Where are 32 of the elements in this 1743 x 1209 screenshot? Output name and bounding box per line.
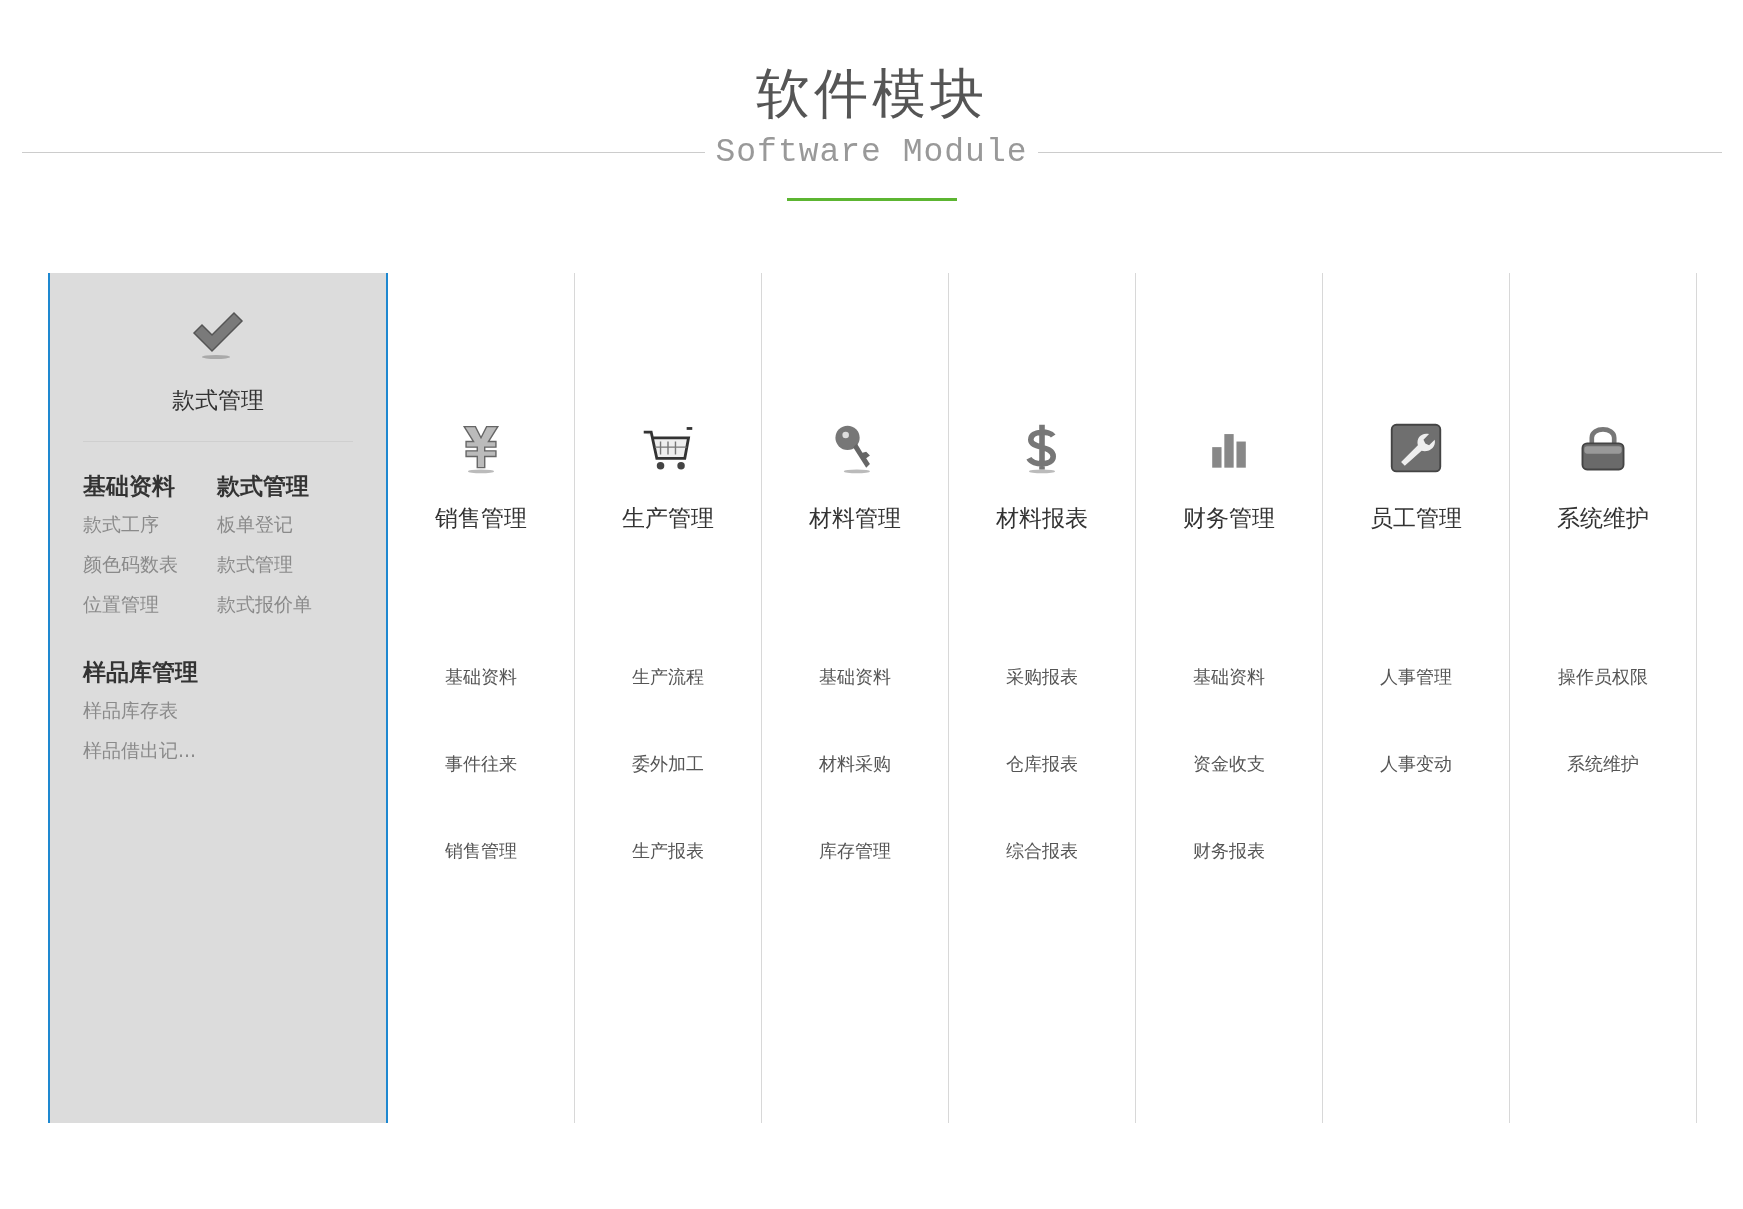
module-link[interactable]: 仓库报表 <box>1006 750 1078 777</box>
module-link[interactable]: 基础资料 <box>1193 663 1265 690</box>
module-link[interactable]: 人事变动 <box>1380 750 1452 777</box>
group-heading: 样品库管理 <box>83 658 199 687</box>
module-title: 财务管理 <box>1183 503 1275 533</box>
module-title: 生产管理 <box>622 503 714 533</box>
module-link[interactable]: 事件往来 <box>445 750 517 777</box>
group-heading: 基础资料 <box>83 472 176 501</box>
module-link[interactable]: 财务报表 <box>1193 837 1265 864</box>
module-link[interactable]: 采购报表 <box>1006 663 1078 690</box>
module-title: 销售管理 <box>435 503 527 533</box>
group-heading: 款式管理 <box>217 472 310 501</box>
module-link[interactable]: 材料采购 <box>819 750 891 777</box>
module-link[interactable]: 委外加工 <box>632 750 704 777</box>
section-subtitle: Software Module <box>714 133 1029 173</box>
module-link[interactable]: 人事管理 <box>1380 663 1452 690</box>
module-link[interactable]: 基础资料 <box>445 663 517 690</box>
module-link[interactable]: 基础资料 <box>819 663 891 690</box>
module-link[interactable]: 操作员权限 <box>1558 663 1648 690</box>
module-link[interactable]: 生产流程 <box>632 663 704 690</box>
module-link[interactable]: 资金收支 <box>1193 750 1265 777</box>
section-title: 软件模块 <box>755 62 988 126</box>
module-title: 员工管理 <box>1370 503 1462 533</box>
module-link[interactable]: 库存管理 <box>819 837 891 864</box>
module-link[interactable]: 综合报表 <box>1006 837 1078 864</box>
module-link[interactable]: 销售管理 <box>445 837 517 864</box>
module-link[interactable]: 系统维护 <box>1567 750 1639 777</box>
module-title: 系统维护 <box>1557 503 1649 533</box>
module-title: 材料报表 <box>996 503 1088 533</box>
module-title: 款式管理 <box>172 385 264 415</box>
module-title: 材料管理 <box>809 503 901 533</box>
module-link[interactable]: 生产报表 <box>632 837 704 864</box>
